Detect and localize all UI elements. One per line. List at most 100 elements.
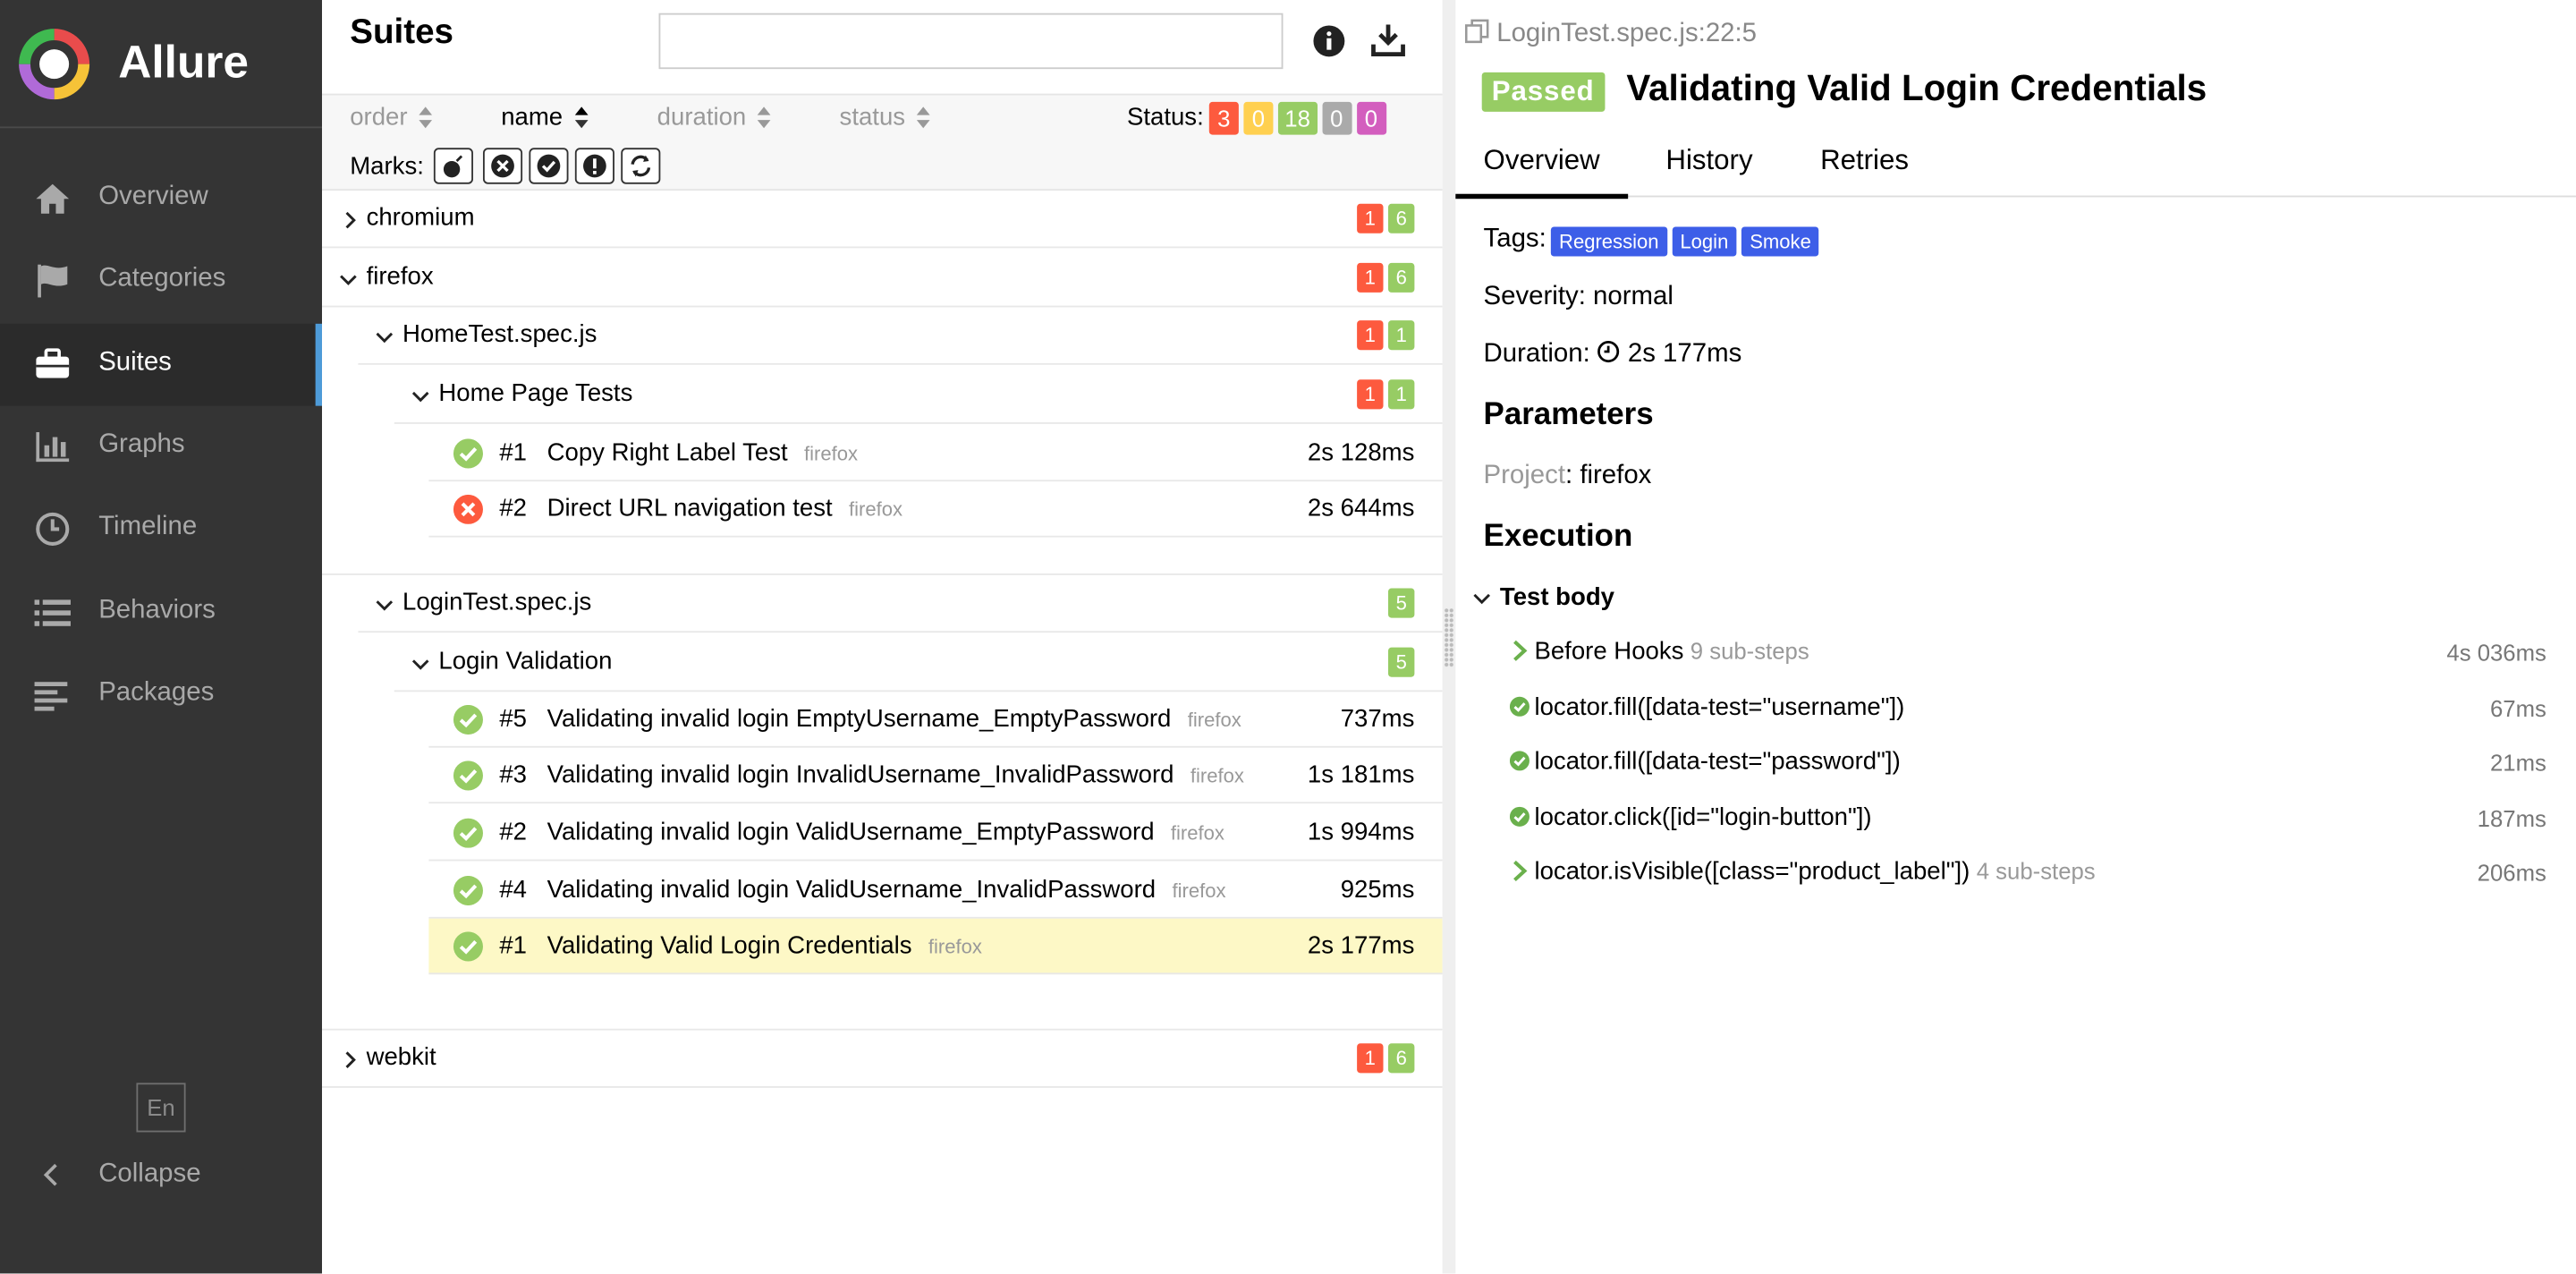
chevron-down-icon [340, 275, 357, 285]
sort-duration[interactable]: duration [657, 104, 771, 132]
sidebar-item-timeline[interactable]: Timeline [0, 488, 322, 570]
sidebar-item-overview[interactable]: Overview [0, 157, 322, 240]
mark-retries-button[interactable] [621, 148, 661, 184]
test-name-text: Validating invalid login ValidUsername_I… [547, 875, 1157, 905]
flaky-icon [443, 155, 463, 178]
suite-name: chromium [366, 203, 475, 232]
sort-status[interactable]: status [840, 104, 930, 132]
test-row[interactable]: #1 Copy Right Label Test firefox 2s 128ms [428, 426, 1443, 482]
test-location[interactable]: LoginTest.spec.js:22:5 [1463, 18, 1757, 49]
suite-counts: 11 [1352, 379, 1415, 410]
test-name: Validating invalid login ValidUsername_I… [547, 876, 1226, 904]
flag-icon [38, 264, 68, 298]
test-name: Copy Right Label Test firefox [547, 438, 858, 466]
brand[interactable]: Allure [0, 0, 322, 129]
test-row[interactable]: #4 Validating invalid login ValidUsernam… [428, 862, 1443, 919]
tab-retries[interactable]: Retries [1820, 145, 1909, 178]
sidebar-item-categories[interactable]: Categories [0, 240, 322, 322]
step-text: locator.fill([data-test="password"]) [1534, 747, 1901, 776]
chevron-down-icon [1473, 593, 1491, 605]
suite-row-home-page-tests[interactable]: Home Page Tests 11 [394, 367, 1443, 424]
sidebar-item-graphs[interactable]: Graphs [0, 406, 322, 488]
sort-name[interactable]: name [501, 104, 588, 132]
sidebar-item-behaviors[interactable]: Behaviors [0, 572, 322, 654]
sort-order[interactable]: order [350, 103, 433, 132]
status-filter-skipped[interactable]: 0 [1321, 101, 1352, 135]
step-row[interactable]: locator.isVisible([class="product_label"… [1455, 845, 2576, 899]
new-failed-icon [491, 154, 514, 178]
suite-row-chromium[interactable]: chromium 16 [321, 191, 1443, 249]
suite-row-logintest[interactable]: LoginTest.spec.js 5 [358, 575, 1443, 633]
tab-history[interactable]: History [1665, 145, 1752, 178]
test-row-selected[interactable]: #1 Validating Valid Login Credentials fir… [428, 918, 1443, 975]
chevron-right-icon [345, 211, 356, 229]
test-number: #2 [499, 818, 528, 846]
failed-status-icon [453, 494, 483, 524]
passed-status-icon [453, 931, 483, 962]
step-duration: 187ms [2477, 804, 2546, 832]
suite-row-firefox[interactable]: firefox 16 [321, 250, 1443, 308]
test-duration: 925ms [1340, 875, 1415, 905]
suite-name: LoginTest.spec.js [402, 588, 592, 616]
parameter-row: Project: firefox [1483, 462, 1652, 490]
step-row[interactable]: locator.fill([data-test="username"]) 67m… [1455, 680, 2576, 735]
status-filter-passed[interactable]: 18 [1277, 101, 1318, 135]
suite-row-hometest[interactable]: HomeTest.spec.js 11 [358, 307, 1443, 365]
step-row[interactable]: Before Hooks 9 sub-steps 4s 036ms [1455, 624, 2576, 679]
test-row[interactable]: #2 Validating invalid login ValidUsernam… [428, 805, 1443, 862]
test-project: firefox [804, 442, 859, 465]
test-duration: 2s 644ms [1307, 494, 1415, 523]
step-duration: 4s 036ms [2446, 639, 2546, 666]
suite-row-webkit[interactable]: webkit 16 [321, 1031, 1443, 1088]
suite-name: Login Validation [438, 647, 613, 675]
passed-status-icon [1509, 806, 1530, 827]
sort-label: order [350, 103, 408, 132]
severity-value: normal [1593, 282, 1674, 311]
test-name: Validating invalid login EmptyUsername_E… [547, 705, 1241, 733]
step-row[interactable]: locator.fill([data-test="password"]) 21m… [1455, 735, 2576, 789]
sidebar-item-label: Categories [98, 264, 226, 293]
parameter-value: firefox [1580, 462, 1652, 490]
test-row[interactable]: #2 Direct URL navigation test firefox 2s … [428, 481, 1443, 538]
passed-count: 1 [1388, 320, 1415, 351]
step-row[interactable]: locator.click([id="login-button"]) 187ms [1455, 790, 2576, 845]
test-row[interactable]: #5 Validating invalid login EmptyUsernam… [428, 692, 1443, 748]
sidebar-item-packages[interactable]: Packages [0, 654, 322, 736]
mark-flaky-button[interactable] [433, 148, 473, 184]
mark-new-failed-button[interactable] [482, 148, 523, 184]
language-button[interactable]: En [136, 1083, 186, 1133]
test-name: Validating invalid login InvalidUsername… [547, 760, 1244, 788]
download-icon[interactable] [1370, 21, 1406, 57]
test-number: #2 [499, 494, 528, 523]
test-project: firefox [1187, 708, 1241, 732]
passed-status-icon [453, 875, 483, 906]
severity-label: Severity: [1483, 282, 1586, 311]
duration: Duration: 2s 177ms [1484, 340, 1742, 369]
sort-toolbar: order name duration status Status: 3 0 18 0… [321, 93, 1443, 191]
splitter-grip[interactable] [1444, 607, 1454, 667]
clock-icon [36, 512, 70, 546]
search-input[interactable] [658, 13, 1284, 70]
status-filter-broken[interactable]: 0 [1243, 101, 1274, 135]
info-icon[interactable] [1313, 25, 1346, 58]
status-filter-unknown[interactable]: 0 [1356, 101, 1386, 135]
parameter-name: Project [1483, 462, 1566, 490]
step-duration: 67ms [2490, 694, 2546, 722]
suite-row-login-validation[interactable]: Login Validation 5 [394, 634, 1443, 692]
tab-overview[interactable]: Overview [1455, 145, 1628, 200]
mark-new-broken-button[interactable] [574, 148, 614, 184]
test-name: Validating invalid login ValidUsername_E… [547, 819, 1224, 846]
test-number: #5 [499, 704, 528, 734]
sidebar: Allure Overview Categories Suites Graphs… [0, 0, 322, 1274]
suite-counts: 16 [1352, 262, 1415, 293]
test-row[interactable]: #3 Validating invalid login InvalidUsern… [428, 748, 1443, 804]
suite-name: webkit [366, 1043, 436, 1072]
chevron-right-icon [1513, 860, 1528, 882]
sidebar-item-suites[interactable]: Suites [0, 323, 322, 406]
collapse-button[interactable]: Collapse [0, 1151, 322, 1200]
tag: Login [1672, 226, 1737, 257]
mark-new-passed-button[interactable] [529, 148, 569, 184]
tags-label: Tags: [1483, 225, 1546, 253]
status-filter-failed[interactable]: 3 [1208, 101, 1239, 135]
tag: Regression [1550, 226, 1667, 257]
